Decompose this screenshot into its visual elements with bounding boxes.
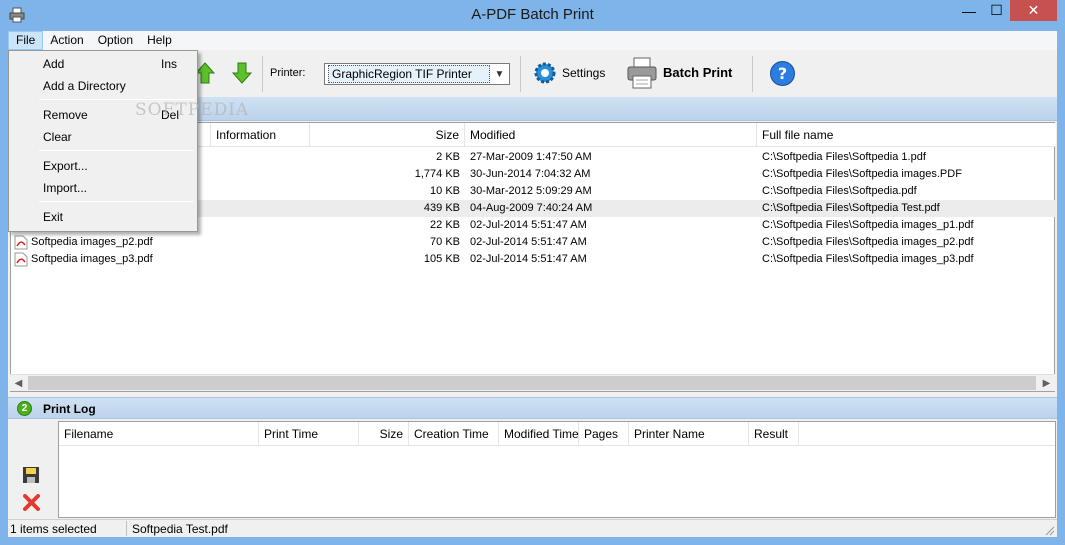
menu-item-exit[interactable]: Exit	[11, 206, 195, 228]
status-bar: 1 items selected Softpedia Test.pdf	[8, 519, 1057, 537]
log-column-print-time[interactable]: Print Time	[259, 422, 359, 446]
minimize-button[interactable]: —	[955, 0, 983, 21]
log-column-creation-time[interactable]: Creation Time	[409, 422, 499, 446]
watermark: SOFTPEDIA	[135, 100, 250, 120]
file-full-path: C:\Softpedia Files\Softpedia images_p2.p…	[762, 236, 974, 248]
move-up-icon[interactable]	[195, 62, 215, 84]
log-column-result[interactable]: Result	[749, 422, 799, 446]
menu-item-label: Exit	[43, 210, 64, 224]
batch-print-button[interactable]: Batch Print	[663, 65, 732, 80]
file-name: Softpedia images_p3.pdf	[31, 253, 153, 265]
menu-option[interactable]: Option	[91, 31, 140, 50]
delete-icon[interactable]	[23, 494, 40, 511]
file-full-path: C:\Softpedia Files\Softpedia Test.pdf	[762, 202, 940, 214]
column-information[interactable]: Information	[211, 123, 310, 147]
scroll-thumb[interactable]	[28, 376, 1036, 390]
file-modified: 30-Mar-2012 5:09:29 AM	[470, 185, 592, 197]
menu-item-label: Export...	[43, 159, 88, 173]
status-current-file: Softpedia Test.pdf	[132, 522, 228, 536]
column-modified[interactable]: Modified	[465, 123, 757, 147]
print-log-band: 2 Print Log	[8, 397, 1057, 419]
settings-button[interactable]: Settings	[562, 66, 605, 80]
file-size: 70 KB	[430, 236, 460, 248]
file-modified: 04-Aug-2009 7:40:24 AM	[470, 202, 593, 214]
log-column-printer-name[interactable]: Printer Name	[629, 422, 749, 446]
column-size[interactable]: Size	[310, 123, 465, 147]
status-divider	[126, 521, 127, 536]
log-column-pages[interactable]: Pages	[579, 422, 629, 446]
title-bar[interactable]: A-PDF Batch Print — ☐ ✕	[0, 0, 1065, 31]
print-log-header: Filename Print Time Size Creation Time M…	[59, 422, 1055, 446]
file-full-path: C:\Softpedia Files\Softpedia 1.pdf	[762, 151, 926, 163]
move-down-icon[interactable]	[232, 62, 252, 84]
menu-bar: File Action Option Help	[8, 31, 1057, 50]
scroll-right-icon[interactable]: ▶	[1038, 375, 1055, 392]
menu-item-add[interactable]: Add Ins	[11, 53, 195, 75]
file-size: 439 KB	[423, 202, 460, 214]
log-column-modified-time[interactable]: Modified Time	[499, 422, 579, 446]
file-modified: 02-Jul-2014 5:51:47 AM	[470, 219, 587, 231]
svg-text:?: ?	[778, 64, 787, 83]
printer-label: Printer:	[270, 67, 306, 79]
chevron-down-icon[interactable]: ▼	[491, 65, 508, 83]
menu-separator	[39, 201, 194, 202]
printer-icon[interactable]	[626, 56, 658, 90]
menu-separator	[39, 150, 194, 151]
file-modified: 27-Mar-2009 1:47:50 AM	[470, 151, 592, 163]
menu-item-add-directory[interactable]: Add a Directory	[11, 75, 195, 97]
file-size: 1,774 KB	[414, 168, 460, 180]
file-size: 2 KB	[436, 151, 460, 163]
status-selected-count: 1 items selected	[10, 522, 97, 536]
log-column-size[interactable]: Size	[359, 422, 409, 446]
maximize-button[interactable]: ☐	[983, 0, 1010, 21]
print-log-badge-icon: 2	[17, 401, 32, 416]
table-row[interactable]: Softpedia images_p2.pdf 70 KB 02-Jul-2014 …	[11, 234, 1056, 251]
printer-select[interactable]: GraphicRegion TIF Printer ▼	[324, 63, 510, 85]
menu-item-label: Add	[43, 57, 65, 71]
print-log-title: Print Log	[43, 402, 96, 416]
file-modified: 02-Jul-2014 5:51:47 AM	[470, 236, 587, 248]
printer-select-value: GraphicRegion TIF Printer	[328, 65, 490, 83]
menu-item-label: Add a Directory	[43, 79, 126, 93]
help-icon[interactable]: ?	[769, 60, 796, 87]
file-name: Softpedia images_p2.pdf	[31, 236, 153, 248]
file-size: 22 KB	[430, 219, 460, 231]
toolbar-separator	[520, 56, 521, 92]
toolbar-separator	[262, 56, 263, 92]
file-modified: 30-Jun-2014 7:04:32 AM	[470, 168, 591, 180]
menu-item-shortcut: Ins	[161, 57, 178, 71]
pdf-file-icon	[14, 252, 28, 267]
menu-item-label: Remove	[43, 108, 88, 122]
menu-file[interactable]: File	[8, 31, 44, 50]
file-full-path: C:\Softpedia Files\Softpedia images.PDF	[762, 168, 962, 180]
print-log-sidebar	[8, 420, 58, 518]
window-title: A-PDF Batch Print	[471, 6, 594, 23]
log-column-filename[interactable]: Filename	[59, 422, 259, 446]
gear-icon[interactable]	[533, 61, 557, 85]
horizontal-scrollbar[interactable]: ◀ ▶	[10, 374, 1055, 391]
column-full-file-name[interactable]: Full file name	[757, 123, 1056, 147]
file-full-path: C:\Softpedia Files\Softpedia images_p3.p…	[762, 253, 974, 265]
print-log-table[interactable]: Filename Print Time Size Creation Time M…	[58, 421, 1056, 518]
file-modified: 02-Jul-2014 5:51:47 AM	[470, 253, 587, 265]
table-row[interactable]: Softpedia images_p3.pdf 105 KB 02-Jul-2014…	[11, 251, 1056, 268]
menu-action[interactable]: Action	[43, 31, 90, 50]
file-menu-dropdown: Add Ins Add a Directory Remove Del Clear…	[8, 50, 198, 232]
toolbar-separator	[752, 56, 753, 92]
save-icon[interactable]	[22, 466, 40, 484]
menu-item-label: Clear	[43, 130, 72, 144]
menu-item-label: Import...	[43, 181, 88, 195]
pdf-file-icon	[14, 235, 28, 250]
file-full-path: C:\Softpedia Files\Softpedia images_p1.p…	[762, 219, 974, 231]
menu-item-import[interactable]: Import...	[11, 177, 195, 199]
menu-item-export[interactable]: Export...	[11, 155, 195, 177]
file-full-path: C:\Softpedia Files\Softpedia.pdf	[762, 185, 917, 197]
menu-help[interactable]: Help	[140, 31, 179, 50]
close-button[interactable]: ✕	[1010, 0, 1057, 21]
resize-grip-icon[interactable]	[1044, 525, 1055, 536]
scroll-left-icon[interactable]: ◀	[10, 375, 27, 392]
file-size: 10 KB	[430, 185, 460, 197]
file-size: 105 KB	[423, 253, 460, 265]
menu-item-clear[interactable]: Clear	[11, 126, 195, 148]
